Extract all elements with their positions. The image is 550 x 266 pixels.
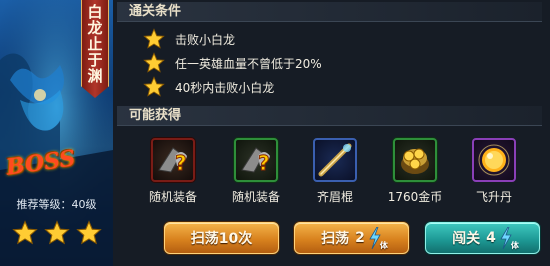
condition-text: 击败小白龙: [175, 32, 236, 47]
star-icon: [75, 220, 102, 245]
conditions-heading: 通关条件: [117, 2, 542, 22]
sweep-cost: 2: [355, 230, 365, 246]
sweep-ten-label: 扫荡10次: [190, 231, 253, 247]
svg-text:?: ?: [175, 151, 187, 175]
reward-name: 随机装备: [148, 190, 197, 204]
reward-name: 1760金币: [387, 190, 443, 204]
star-icon: [11, 220, 38, 245]
challenge-cost: 4: [486, 230, 496, 246]
reward-item[interactable]: ? 随机装备: [226, 138, 286, 205]
sweep-button[interactable]: 扫荡 2 体: [294, 222, 409, 254]
star-icon: [143, 28, 165, 49]
staff-icon: [318, 143, 352, 177]
stamina-unit: 体: [510, 241, 519, 250]
reward-item[interactable]: ? 随机装备: [143, 138, 203, 205]
reward-frame[interactable]: ?: [151, 138, 195, 182]
reward-frame[interactable]: [313, 138, 357, 182]
star-icon: [43, 220, 70, 245]
challenge-button[interactable]: 闯关 4 体: [425, 222, 540, 254]
rewards-heading: 可能获得: [117, 106, 542, 126]
stage-card: 白龙止于渊 BOSS 推荐等级：40级: [0, 0, 115, 266]
challenge-label: 闯关: [452, 231, 481, 247]
ascension-pill-icon: [478, 144, 510, 176]
condition-item: 击败小白龙: [143, 28, 235, 50]
reward-name: 随机装备: [231, 190, 280, 204]
sweep-label: 扫荡: [321, 231, 350, 247]
mystery-equipment-icon: ?: [158, 147, 187, 176]
gold-coins-icon: [401, 148, 429, 174]
reward-name: 齐眉棍: [316, 190, 353, 204]
condition-text: 40秒内击败小白龙: [175, 80, 275, 95]
reward-item[interactable]: 飞升丹: [464, 138, 524, 205]
sweep-ten-button[interactable]: 扫荡10次: [164, 222, 279, 254]
stage-title: 白龙止于渊: [85, 4, 104, 84]
recommended-level: 推荐等级：40级: [16, 198, 97, 211]
stamina-icon: 体: [368, 226, 388, 250]
stage-title-banner: 白龙止于渊: [81, 0, 109, 98]
mystery-equipment-icon: ?: [241, 147, 270, 176]
svg-text:?: ?: [258, 151, 270, 175]
stage-stars: [0, 220, 113, 246]
condition-item: 任一英雄血量不曾低于20%: [143, 52, 322, 74]
reward-frame[interactable]: [393, 138, 437, 182]
stage-detail-panel: 通关条件 击败小白龙 任一英雄血量不曾低于20% 40秒内击败小白龙 可能获得 …: [113, 0, 550, 266]
reward-frame[interactable]: ?: [234, 138, 278, 182]
reward-frame[interactable]: [472, 138, 516, 182]
stamina-unit: 体: [379, 241, 388, 250]
star-icon: [143, 76, 165, 97]
condition-text: 任一英雄血量不曾低于20%: [175, 56, 322, 71]
reward-item[interactable]: 1760金币: [385, 138, 445, 205]
stamina-icon: 体: [499, 226, 519, 250]
condition-item: 40秒内击败小白龙: [143, 76, 274, 98]
star-icon: [143, 52, 165, 73]
reward-name: 飞升丹: [475, 190, 512, 204]
reward-item[interactable]: 齐眉棍: [305, 138, 365, 205]
